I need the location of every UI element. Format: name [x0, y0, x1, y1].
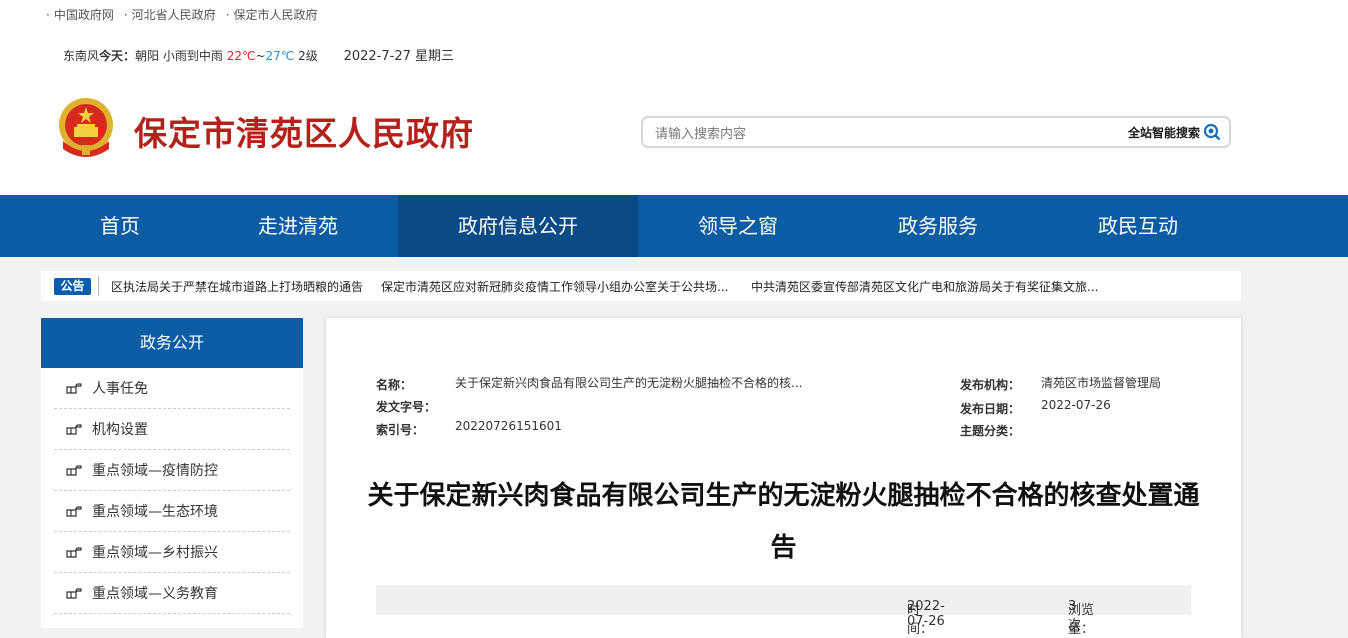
search-icon — [1203, 123, 1221, 141]
weather-high: 22℃ — [226, 49, 256, 63]
meta-doc-no: 发文字号： — [376, 398, 436, 415]
sidebar-item-personnel[interactable]: 人事任免 — [54, 368, 290, 409]
pointing-hand-icon — [66, 506, 82, 517]
sidebar-item-ecology[interactable]: 重点领域—生态环境 — [54, 491, 290, 532]
meta-name-label: 名称： — [376, 378, 413, 392]
pointing-hand-icon — [66, 465, 82, 476]
nav-gov-info-disclosure[interactable]: 政府信息公开 — [398, 195, 638, 257]
weather-today-label: 今天： — [99, 49, 136, 63]
header-background — [0, 0, 1348, 195]
meta-date: 发布日期： — [960, 400, 1020, 417]
weather-desc: 小雨到中雨 — [162, 49, 223, 63]
meta-index-value: 20220726151601 — [455, 419, 562, 433]
sidebar-item-label: 重点领域—义务教育 — [92, 586, 218, 602]
meta-name: 名称： — [376, 376, 412, 393]
weather-tilde: ~ — [255, 49, 266, 63]
current-date: 2022-7-27 星期三 — [343, 49, 454, 64]
meta-doc-no-label: 发文字号： — [376, 400, 437, 414]
link-central-gov[interactable]: · 中国政府网 — [46, 6, 114, 23]
article-panel: 名称： 关于保定新兴肉食品有限公司生产的无淀粉火腿抽检不合格的核... 发文字号… — [326, 318, 1241, 638]
sidebar-item-education[interactable]: 重点领域—义务教育 — [54, 573, 290, 614]
pointing-hand-icon — [66, 547, 82, 558]
sidebar: 政务公开 人事任免 机构设置 重点领域—疫情防控 重点领域—生态环境 重点领域—… — [41, 318, 303, 628]
sidebar-item-label: 机构设置 — [92, 422, 148, 438]
notice-divider — [98, 276, 99, 296]
sidebar-item-organization[interactable]: 机构设置 — [54, 409, 290, 450]
top-links: · 中国政府网 · 河北省人民政府 · 保定市人民政府 — [46, 6, 318, 23]
notice-badge: 公告 — [54, 278, 91, 295]
weather-wind: 东南风 — [63, 49, 100, 63]
meta-topic-label: 主题分类： — [960, 424, 1021, 438]
meta-date-label: 发布日期： — [960, 402, 1021, 416]
link-hebei-gov[interactable]: · 河北省人民政府 — [124, 6, 216, 23]
weather-level: 2级 — [298, 49, 318, 63]
meta-org-label: 发布机构： — [960, 378, 1021, 392]
sidebar-item-label: 重点领域—疫情防控 — [92, 463, 218, 479]
meta-index-label: 索引号： — [376, 423, 425, 437]
sidebar-item-label: 重点领域—生态环境 — [92, 504, 218, 520]
article-info-bar: 时间： 2022-07-26 浏览量： 3次 — [376, 585, 1191, 637]
nav-interaction[interactable]: 政民互动 — [1018, 195, 1258, 257]
weather-low: 27℃ — [265, 49, 295, 63]
article-title: 关于保定新兴肉食品有限公司生产的无淀粉火腿抽检不合格的核查处置通告 — [367, 481, 1200, 563]
national-emblem-icon — [59, 98, 113, 157]
search-input[interactable] — [653, 122, 1097, 146]
meta-name-value: 关于保定新兴肉食品有限公司生产的无淀粉火腿抽检不合格的核... — [455, 376, 803, 390]
sidebar-item-rural[interactable]: 重点领域—乡村振兴 — [54, 532, 290, 573]
notice-item[interactable]: 中共清苑区委宣传部清苑区文化广电和旅游局关于有奖征集文旅... — [751, 278, 1098, 295]
main-nav: 首页 走进清苑 政府信息公开 领导之窗 政务服务 政民互动 — [0, 195, 1348, 257]
sidebar-item-label: 人事任免 — [92, 381, 148, 397]
link-baoding-gov[interactable]: · 保定市人民政府 — [226, 6, 318, 23]
article-time-value: 2022-07-26 — [907, 599, 945, 629]
weather-bar: 东南风今天：朝阳 小雨到中雨 22℃~27℃ 2级 2022-7-27 星期三 — [63, 45, 454, 64]
search-box: 全站智能搜索 — [641, 116, 1231, 148]
notice-item[interactable]: 区执法局关于严禁在城市道路上打场晒粮的通告 — [111, 278, 363, 295]
pointing-hand-icon — [66, 424, 82, 435]
meta-org-value: 清苑区市场监督管理局 — [1041, 376, 1162, 390]
nav-about-qingyuan[interactable]: 走进清苑 — [180, 195, 416, 257]
meta-index: 索引号： — [376, 421, 424, 438]
notice-bar: 公告 区执法局关于严禁在城市道路上打场晒粮的通告 保定市清苑区应对新冠肺炎疫情工… — [41, 271, 1241, 301]
pointing-hand-icon — [66, 588, 82, 599]
notice-item[interactable]: 保定市清苑区应对新冠肺炎疫情工作领导小组办公室关于公共场... — [381, 278, 728, 295]
pointing-hand-icon — [66, 383, 82, 394]
sidebar-item-label: 重点领域—乡村振兴 — [92, 545, 218, 561]
meta-org: 发布机构： — [960, 376, 1020, 393]
weather-city: 朝阳 — [135, 49, 160, 63]
meta-date-value: 2022-07-26 — [1041, 398, 1111, 412]
sidebar-title: 政务公开 — [41, 318, 303, 368]
meta-topic: 主题分类： — [960, 422, 1020, 439]
sidebar-item-epidemic[interactable]: 重点领域—疫情防控 — [54, 450, 290, 491]
site-title: 保定市清苑区人民政府 — [134, 114, 474, 153]
search-button-label: 全站智能搜索 — [1127, 125, 1200, 140]
sidebar-list: 人事任免 机构设置 重点领域—疫情防控 重点领域—生态环境 重点领域—乡村振兴 … — [41, 368, 303, 614]
search-button[interactable]: 全站智能搜索 — [1128, 123, 1221, 141]
article-views-value: 3次 — [1068, 599, 1082, 633]
